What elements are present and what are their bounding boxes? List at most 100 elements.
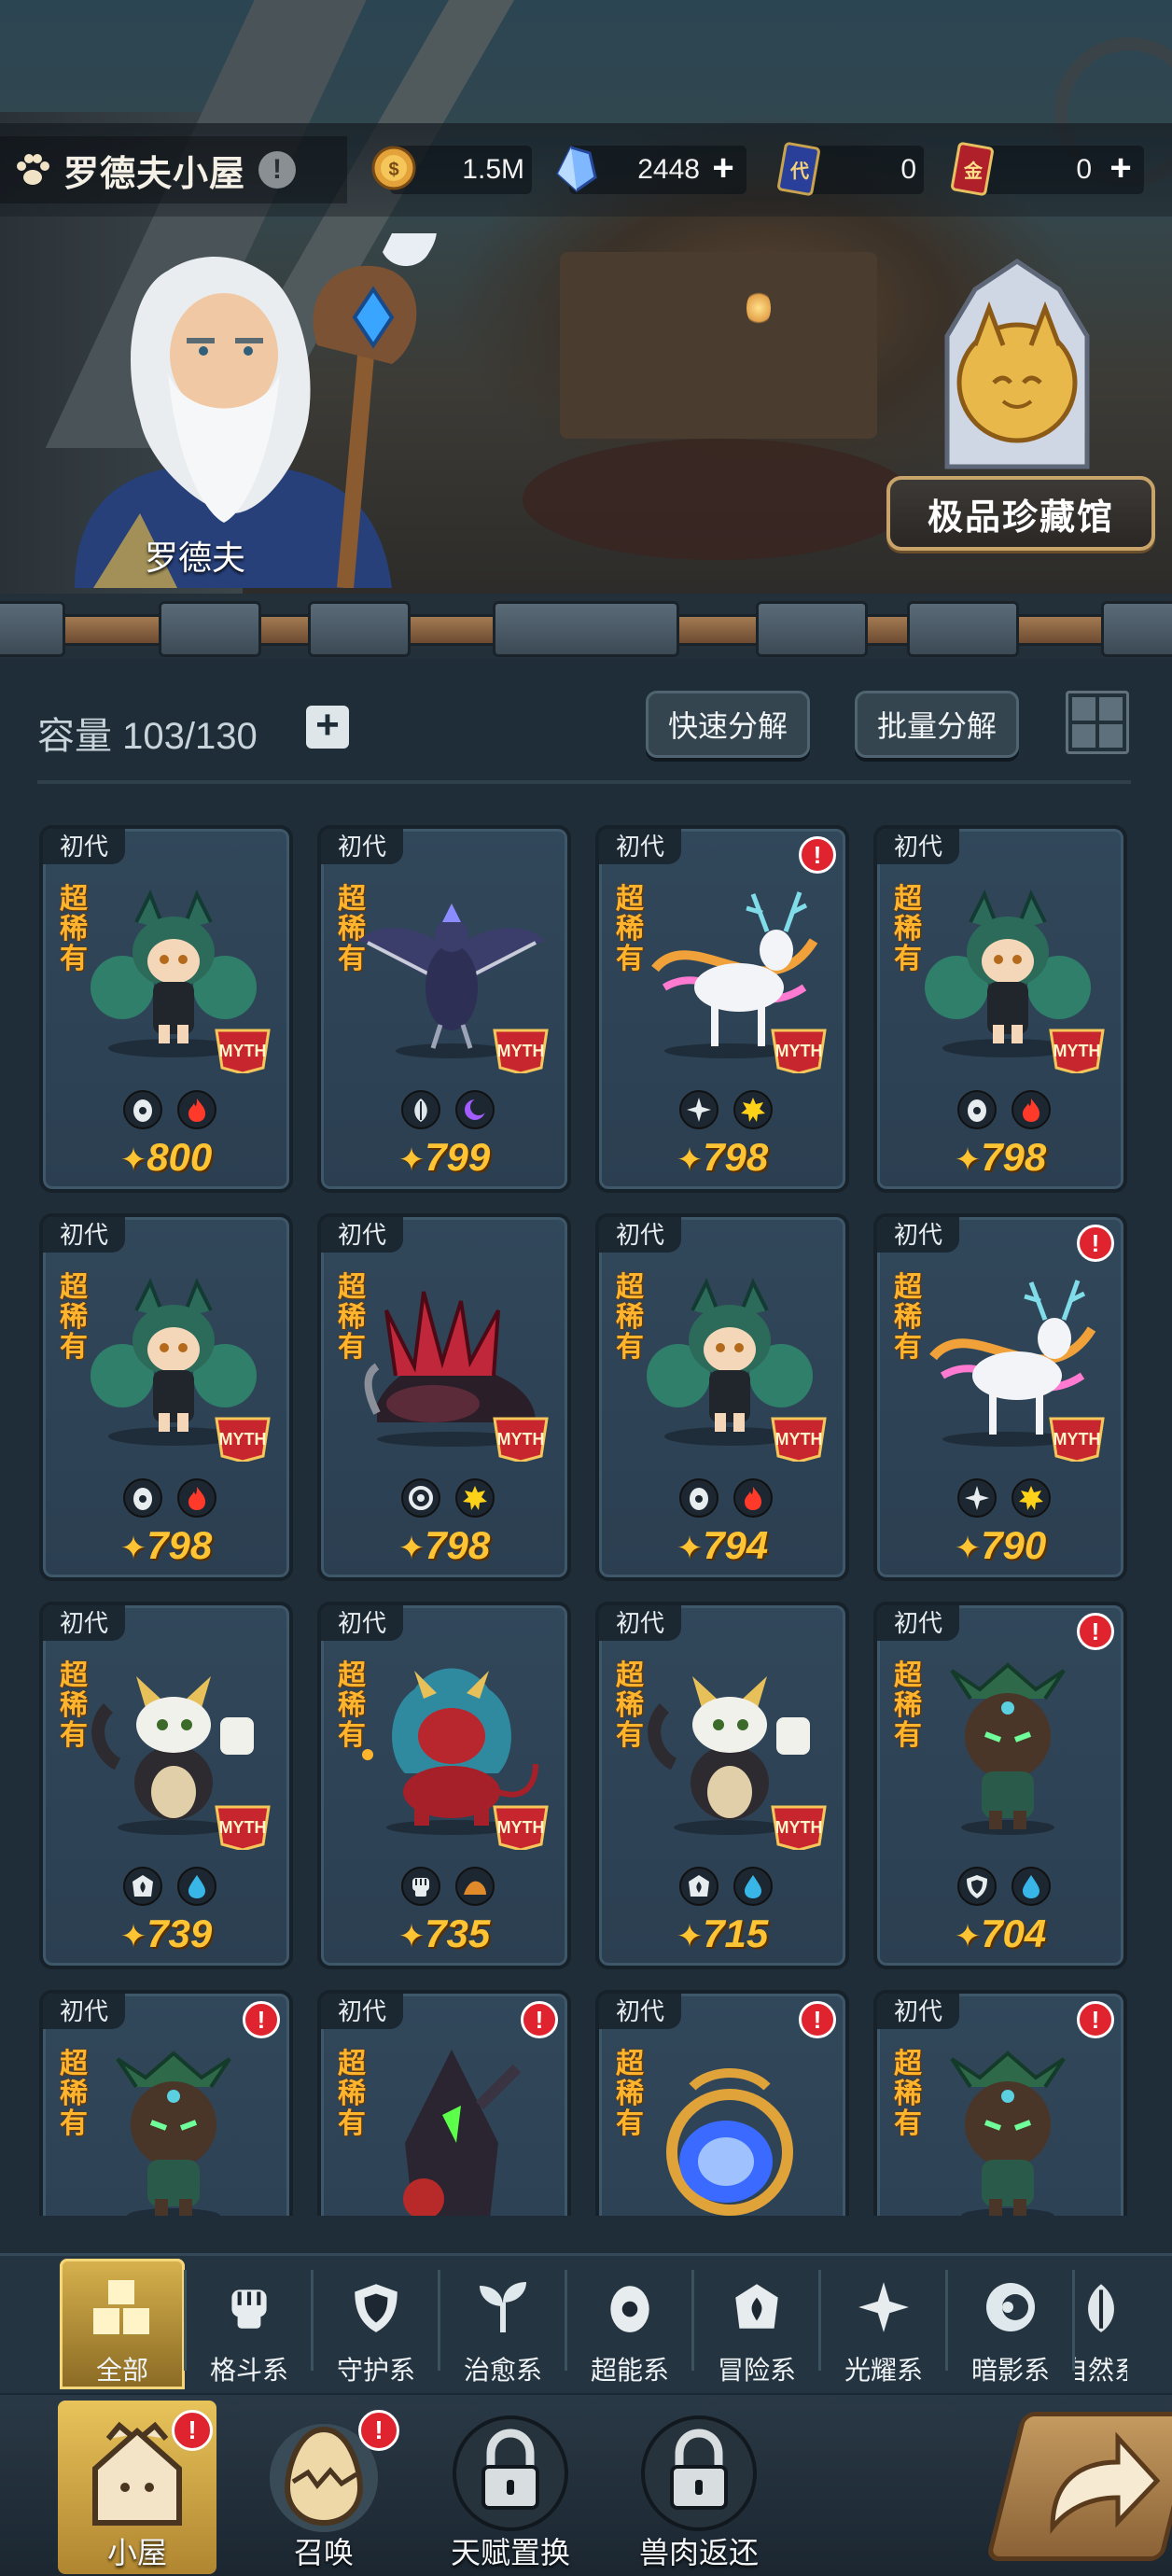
power-score: ✦790 [877, 1523, 1123, 1568]
arrow-right-icon [1050, 2431, 1161, 2535]
psychic-icon [594, 2272, 665, 2343]
pet-card[interactable]: 初代 超稀有 MYTH ✦735 [317, 1602, 571, 1969]
category-tab[interactable]: 治愈系 [440, 2259, 565, 2389]
psychic-icon [957, 1090, 997, 1129]
power-icon: ✦ [954, 1531, 982, 1566]
power-score: ✦704 [877, 1911, 1123, 1956]
svg-text:MYTH: MYTH [775, 1430, 823, 1449]
nav-button[interactable]: 小屋! [58, 2401, 216, 2574]
category-label: 光耀系 [844, 2356, 923, 2385]
fist-icon [401, 1867, 440, 1906]
svg-text:代: 代 [789, 161, 809, 182]
power-score: ✦794 [599, 1523, 845, 1568]
category-tab[interactable]: 守护系 [314, 2259, 439, 2389]
generation-tag: 初代 [877, 1605, 960, 1641]
nav-button[interactable]: 天赋置换 [431, 2401, 590, 2574]
alert-badge-icon: ! [1077, 2001, 1114, 2038]
power-icon: ✦ [119, 1142, 147, 1178]
generation-tag: 初代 [321, 1994, 404, 2029]
alert-badge-icon: ! [1077, 1225, 1114, 1262]
earth-icon [455, 1867, 495, 1906]
psychic-icon [123, 1090, 162, 1129]
grid-view-toggle[interactable] [1066, 691, 1129, 754]
psychic-icon [679, 1478, 719, 1518]
gold-value: 1.5M [462, 154, 524, 185]
myth-badge-icon: MYTH [491, 1801, 551, 1852]
pet-card[interactable]: 初代 超稀有! ✦704 [873, 1602, 1127, 1969]
alert-badge-icon: ! [521, 2001, 558, 2038]
sun-icon [1012, 1478, 1051, 1518]
pet-card[interactable]: 初代 超稀有 MYTH ✦800 [39, 825, 293, 1193]
pet-card[interactable]: 初代 超稀有 MYTH ✦799 [317, 825, 571, 1193]
category-tab[interactable]: 格斗系 [187, 2259, 312, 2389]
gallery-trophy-statue[interactable] [910, 252, 1124, 485]
nav-label: 兽肉返还 [638, 2536, 759, 2569]
myth-badge-icon: MYTH [1047, 1413, 1107, 1463]
category-tab[interactable]: 冒险系 [694, 2259, 819, 2389]
crystal-resource: 2448 + [556, 146, 746, 194]
page-title: 罗德夫小屋 [63, 154, 246, 194]
pet-card[interactable]: 初代 超稀有 MYTH! ✦790 [873, 1213, 1127, 1581]
wooden-trim [0, 594, 1172, 668]
power-score-value: 798 [703, 1135, 769, 1179]
pet-card-grid: 初代 超稀有 MYTH ✦800 初代 超稀有 MYTH ✦799 初代 超稀有 MYTH! ✦798… [39, 825, 1138, 2216]
tab-separator [184, 2270, 187, 2371]
category-label: 冒险系 [717, 2356, 796, 2385]
category-tab[interactable]: 自然系 [1075, 2259, 1127, 2389]
category-label: 暗影系 [970, 2356, 1050, 2385]
pet-card[interactable]: 初代 超稀有 MYTH ✦739 [39, 1602, 293, 1969]
pet-card[interactable]: 初代 超稀有! [873, 1990, 1127, 2216]
tab-separator [438, 2270, 440, 2371]
paw-icon [11, 148, 54, 191]
pet-card[interactable]: 初代 超稀有! [595, 1990, 849, 2216]
category-tab[interactable]: 全部 [60, 2259, 185, 2389]
quick-decompose-button[interactable]: 快速分解 [646, 691, 810, 758]
pet-card[interactable]: 初代 超稀有! [317, 1990, 571, 2216]
water-icon [1012, 1867, 1051, 1906]
title-box: 罗德夫小屋 ! [0, 136, 347, 203]
gold-coin-icon: $ [371, 146, 416, 190]
nav-button[interactable]: 兽肉返还 [620, 2401, 778, 2574]
pet-card[interactable]: 初代 超稀有 MYTH ✦798 [317, 1213, 571, 1581]
category-tab[interactable]: 暗影系 [948, 2259, 1073, 2389]
svg-text:MYTH: MYTH [219, 1818, 267, 1837]
myth-badge-icon: MYTH [769, 1413, 829, 1463]
premium-gallery-button[interactable]: 极品珍藏馆 [886, 476, 1155, 551]
pet-card[interactable]: 初代 超稀有 MYTH ✦715 [595, 1602, 849, 1969]
generation-tag: 初代 [43, 829, 126, 864]
generation-tag: 初代 [43, 1994, 126, 2029]
category-label: 全部 [95, 2356, 148, 2385]
myth-badge-icon: MYTH [213, 1025, 272, 1075]
pet-card[interactable]: 初代 超稀有 MYTH ✦798 [873, 825, 1127, 1193]
generation-tag: 初代 [43, 1605, 126, 1641]
power-score-value: 800 [146, 1135, 213, 1179]
svg-text:MYTH: MYTH [497, 1430, 545, 1449]
add-crystal-button[interactable]: + [707, 149, 739, 187]
generation-ticket-icon: 代 [777, 142, 820, 196]
category-label: 治愈系 [463, 2356, 542, 2385]
add-gold-ticket-button[interactable]: + [1105, 149, 1137, 187]
expand-capacity-button[interactable]: + [306, 705, 349, 749]
nav-button[interactable]: 召唤! [244, 2401, 403, 2574]
leaf-icon [401, 1090, 440, 1129]
category-tab[interactable]: 光耀系 [821, 2259, 946, 2389]
water-icon [177, 1867, 216, 1906]
pet-card[interactable]: 初代 超稀有! [39, 1990, 293, 2216]
info-icon[interactable]: ! [258, 151, 297, 189]
sun-icon [733, 1090, 773, 1129]
power-score-value: 735 [425, 1911, 491, 1955]
pet-card[interactable]: 初代 超稀有 MYTH ✦798 [39, 1213, 293, 1581]
adventure-icon [679, 1867, 719, 1906]
category-tab[interactable]: 超能系 [567, 2259, 692, 2389]
generation-tag: 初代 [321, 1605, 404, 1641]
power-icon: ✦ [954, 1919, 982, 1954]
tab-separator [1072, 2270, 1075, 2371]
rodolf-npc-portrait[interactable] [37, 233, 476, 588]
power-score-value: 798 [146, 1523, 213, 1567]
pet-card[interactable]: 初代 超稀有 MYTH! ✦798 [595, 825, 849, 1193]
star-cross-icon [679, 1090, 719, 1129]
batch-decompose-button[interactable]: 批量分解 [855, 691, 1019, 758]
pet-card[interactable]: 初代 超稀有 MYTH ✦794 [595, 1213, 849, 1581]
power-icon: ✦ [954, 1142, 982, 1178]
fire-icon [1012, 1090, 1051, 1129]
